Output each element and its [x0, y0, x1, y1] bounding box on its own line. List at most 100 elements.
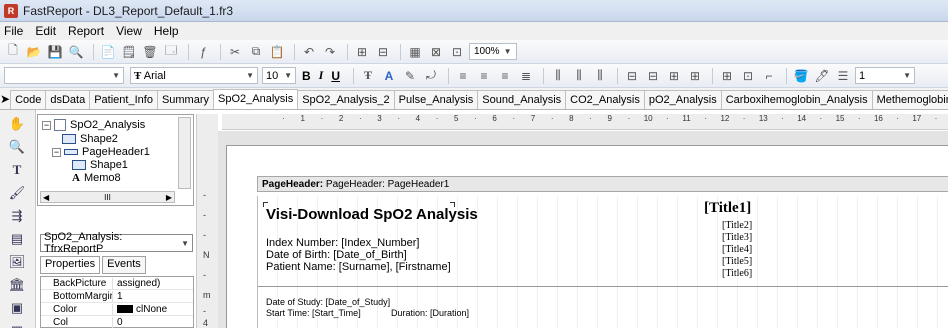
subreport-icon[interactable]: 🏛 [8, 276, 26, 294]
tree-vertical-scrollbar[interactable] [178, 117, 191, 189]
highlight-icon[interactable]: ✎ [401, 67, 419, 85]
save-icon[interactable]: 💾 [46, 43, 64, 61]
frame-all-icon[interactable]: ⊞ [718, 67, 736, 85]
frame-style-icon[interactable]: ☰ [834, 67, 852, 85]
patient-name-memo[interactable]: Patient Name: [Surname], [Firstname] [266, 261, 451, 273]
frame-right-icon[interactable]: ⊞ [686, 67, 704, 85]
tree-item-memo8[interactable]: A Memo8 [72, 172, 121, 184]
bold-button[interactable]: B [302, 69, 311, 83]
align-grid-icon[interactable]: ⊠ [427, 43, 445, 61]
open-folder-icon[interactable]: 📂 [25, 43, 43, 61]
zoom-icon[interactable]: 🔍 [8, 138, 26, 156]
copy-icon[interactable]: ⧉ [247, 43, 265, 61]
tab-carboxihemoglobin-analysis[interactable]: Carboxihemoglobin_Analysis [720, 90, 873, 109]
preview-icon[interactable]: 🔍 [67, 43, 85, 61]
report-page[interactable]: PageHeader: PageHeader: PageHeader1 Visi… [226, 145, 948, 328]
font-settings-icon[interactable]: Ŧ [359, 67, 377, 85]
paste-icon[interactable]: 📋 [268, 43, 286, 61]
undo-icon[interactable]: ↶ [300, 43, 318, 61]
valign-bottom-icon[interactable]: ⫼ [591, 67, 609, 85]
object-selector[interactable]: SpO2_Analysis: TfrxReportP ▼ [40, 231, 193, 255]
align-center-icon[interactable]: ≡ [475, 67, 493, 85]
title2-memo[interactable]: [Title2] [722, 220, 752, 231]
format-painter-icon[interactable]: 🖌 [8, 184, 26, 202]
memo-icon[interactable]: ▤ [8, 230, 26, 248]
page-header-band[interactable]: Visi-Download SpO2 Analysis [Title1] [Ti… [257, 196, 948, 328]
rotation-icon[interactable]: ⤾ [422, 67, 440, 85]
property-row[interactable]: BottomMargir 1 [41, 290, 193, 303]
tab-po2-analysis[interactable]: pO2_Analysis [643, 90, 722, 109]
menu-view[interactable]: View [116, 24, 142, 38]
valign-middle-icon[interactable]: ⫼ [570, 67, 588, 85]
hand-icon[interactable]: ✋ [8, 115, 26, 133]
duration-memo[interactable]: Duration: [Duration] [391, 308, 469, 318]
fit-grid-icon[interactable]: ⊡ [448, 43, 466, 61]
tree-item-pageheader1[interactable]: − PageHeader1 [52, 146, 150, 158]
tree-item-shape2[interactable]: Shape2 [62, 133, 118, 145]
menu-file[interactable]: File [4, 24, 23, 38]
property-row[interactable]: BackPicture assigned) [41, 277, 193, 290]
tab-spo2-analysis-2[interactable]: SpO2_Analysis_2 [297, 90, 395, 109]
frame-none-icon[interactable]: ⊡ [739, 67, 757, 85]
index-number-memo[interactable]: Index Number: [Index_Number] [266, 237, 419, 249]
picture-icon[interactable]: 🖼 [8, 253, 26, 271]
title4-memo[interactable]: [Title4] [722, 244, 752, 255]
frame-color-icon[interactable]: 🖊 [813, 67, 831, 85]
property-row[interactable]: Color clNone [41, 303, 193, 316]
show-grid-icon[interactable]: ▦ [406, 43, 424, 61]
tab-properties[interactable]: Properties [40, 256, 101, 274]
title1-memo[interactable]: [Title1] [704, 200, 751, 217]
start-time-memo[interactable]: Start Time: [Start_Time] [266, 308, 361, 318]
date-of-study-memo[interactable]: Date of Study: [Date_of_Study] [266, 297, 390, 307]
group-icon[interactable]: ⊞ [353, 43, 371, 61]
zoom-select[interactable]: 100% ▼ [469, 43, 517, 60]
title5-memo[interactable]: [Title5] [722, 256, 752, 267]
frame-top-icon[interactable]: ⊟ [623, 67, 641, 85]
tab-patient-info[interactable]: Patient_Info [89, 90, 158, 109]
tree-item-spo2-analysis[interactable]: − SpO2_Analysis [42, 119, 145, 131]
new-page-icon[interactable]: 📄 [99, 43, 117, 61]
tab-spo2-analysis[interactable]: SpO2_Analysis [213, 89, 299, 109]
report-title-memo[interactable]: Visi-Download SpO2 Analysis [266, 206, 478, 223]
align-justify-icon[interactable]: ≣ [517, 67, 535, 85]
ungroup-icon[interactable]: ⊟ [374, 43, 392, 61]
new-report-icon[interactable]: 🗋 [4, 43, 22, 61]
tab-code[interactable]: Code [10, 90, 47, 109]
tab-summary[interactable]: Summary [156, 90, 214, 109]
fill-color-icon[interactable]: 🪣 [792, 67, 810, 85]
frame-left-icon[interactable]: ⊞ [665, 67, 683, 85]
property-row[interactable]: Col 0 [41, 316, 193, 328]
tab-events[interactable]: Events [102, 256, 146, 274]
frame-bottom-icon[interactable]: ⊟ [644, 67, 662, 85]
cut-icon[interactable]: ✂ [226, 43, 244, 61]
collapse-icon[interactable]: − [52, 147, 61, 157]
italic-button[interactable]: I [319, 68, 324, 83]
band-icon[interactable]: ⇶ [8, 207, 26, 225]
barcode-icon[interactable]: ▥ [8, 322, 26, 328]
band-header[interactable]: PageHeader: PageHeader: PageHeader1 [257, 176, 948, 192]
shadow-icon[interactable]: ⌐ [760, 67, 778, 85]
function-icon[interactable]: ƒ [194, 43, 212, 61]
underline-button[interactable]: U [331, 69, 340, 83]
scroll-left-icon[interactable]: ◀ [43, 193, 49, 202]
menu-help[interactable]: Help [154, 24, 179, 38]
frame-width-select[interactable]: 1 ▼ [855, 67, 916, 84]
align-left-icon[interactable]: ≡ [454, 67, 472, 85]
tab-dsdata[interactable]: dsData [45, 90, 91, 109]
chart-icon[interactable]: ▣ [8, 299, 26, 317]
title3-memo[interactable]: [Title3] [722, 232, 752, 243]
tree-horizontal-scrollbar[interactable]: ◀ III ▶ [40, 191, 175, 203]
select-pointer-icon[interactable]: ➤ [0, 92, 10, 106]
valign-top-icon[interactable]: ⫼ [549, 67, 567, 85]
tree-item-shape1[interactable]: Shape1 [72, 159, 128, 171]
redo-icon[interactable]: ↷ [321, 43, 339, 61]
menu-edit[interactable]: Edit [35, 24, 56, 38]
text-tool-icon[interactable]: T [8, 161, 26, 179]
tab-co2-analysis[interactable]: CO2_Analysis [565, 90, 645, 109]
menu-report[interactable]: Report [68, 24, 104, 38]
align-right-icon[interactable]: ≡ [496, 67, 514, 85]
page-settings-icon[interactable]: 🗔 [162, 43, 180, 61]
scroll-right-icon[interactable]: ▶ [166, 193, 172, 202]
tab-pulse-analysis[interactable]: Pulse_Analysis [393, 90, 479, 109]
tab-methemoglobin-analysis[interactable]: Methemoglobin_Anal [871, 90, 948, 109]
